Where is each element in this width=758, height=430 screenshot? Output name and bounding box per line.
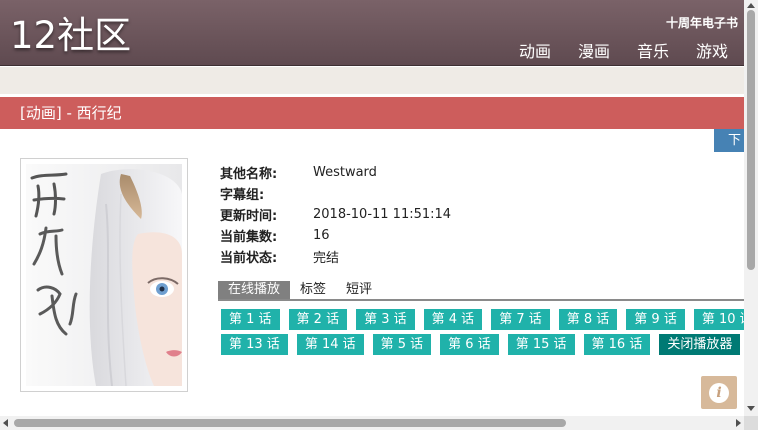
info-row-alias: 其他名称: Westward (220, 162, 451, 183)
tab-tags[interactable]: 标签 (290, 281, 336, 299)
info-label: 当前集数: (220, 230, 278, 245)
nav-music[interactable]: 音乐 (637, 38, 669, 62)
scroll-down-icon[interactable] (747, 406, 755, 411)
horizontal-scroll-thumb[interactable] (14, 419, 566, 427)
scroll-left-icon[interactable] (3, 419, 8, 427)
info-label: 当前状态: (220, 251, 278, 266)
episode-button[interactable]: 第 4 话 (423, 309, 483, 330)
info-row-status: 当前状态: 完结 (220, 246, 451, 267)
episode-button[interactable]: 第 16 话 (583, 334, 651, 355)
episode-button[interactable]: 第 9 话 (626, 309, 685, 330)
episode-button[interactable]: 第 2 话 (288, 309, 348, 330)
info-value: 2018-10-11 11:51:14 (313, 207, 452, 222)
vertical-scrollbar[interactable] (744, 0, 758, 416)
info-value: 完结 (313, 251, 340, 266)
info-label: 字幕组: (220, 188, 265, 203)
info-row-episodes: 当前集数: 16 (220, 225, 451, 246)
nav-games[interactable]: 游戏 (696, 38, 728, 62)
nav-manga[interactable]: 漫画 (578, 38, 610, 62)
episode-button[interactable]: 第 1 话 (221, 309, 280, 330)
download-button[interactable]: 下 (714, 129, 744, 152)
episode-button[interactable]: 第 13 话 (221, 334, 288, 355)
episode-button[interactable]: 第 10 话 (693, 309, 744, 330)
info-label: 其他名称: (220, 167, 278, 182)
cover-image (20, 158, 188, 392)
info-value: 16 (313, 228, 330, 243)
site-header: 12社区 十周年电子书 动画 漫画 音乐 游戏 (0, 0, 744, 66)
anime-info: 其他名称: Westward 字幕组: 更新时间: 2018-10-11 11:… (220, 162, 451, 267)
episode-button[interactable]: 第 3 话 (356, 309, 415, 330)
sub-strip (0, 67, 744, 94)
info-button[interactable]: i (701, 376, 737, 409)
scroll-up-icon[interactable] (747, 3, 755, 8)
episode-button[interactable]: 第 5 话 (372, 334, 432, 355)
ebook-link[interactable]: 十周年电子书 (666, 14, 738, 31)
episode-list: 第 1 话 第 2 话 第 3 话 第 4 话 第 7 话 第 8 话 第 9 … (221, 309, 744, 357)
page-title: [动画] - 西行纪 (0, 97, 744, 129)
episode-button[interactable]: 第 14 话 (296, 334, 364, 355)
info-icon: i (709, 383, 729, 403)
info-row-subgroup: 字幕组: (220, 183, 451, 204)
info-value: Westward (313, 165, 377, 180)
episode-button[interactable]: 第 7 话 (491, 309, 550, 330)
episode-button[interactable]: 第 15 话 (507, 334, 575, 355)
nav-anime[interactable]: 动画 (519, 38, 551, 62)
site-logo[interactable]: 12社区 (10, 14, 131, 58)
vertical-scroll-thumb[interactable] (747, 10, 755, 270)
main-nav: 动画 漫画 音乐 游戏 (492, 38, 728, 62)
horizontal-scrollbar[interactable] (0, 416, 744, 430)
info-label: 更新时间: (220, 209, 278, 224)
close-player-button[interactable]: 关闭播放器 (659, 334, 741, 355)
episode-button[interactable]: 第 6 话 (440, 334, 499, 355)
content-tabs: 在线播放 标签 短评 (218, 281, 744, 301)
tab-online-play[interactable]: 在线播放 (218, 281, 291, 299)
scrollbar-corner (744, 416, 758, 430)
episode-button[interactable]: 第 8 话 (558, 309, 618, 330)
tab-reviews[interactable]: 短评 (336, 281, 382, 299)
info-row-updated: 更新时间: 2018-10-11 11:51:14 (220, 204, 451, 225)
scroll-right-icon[interactable] (736, 419, 741, 427)
